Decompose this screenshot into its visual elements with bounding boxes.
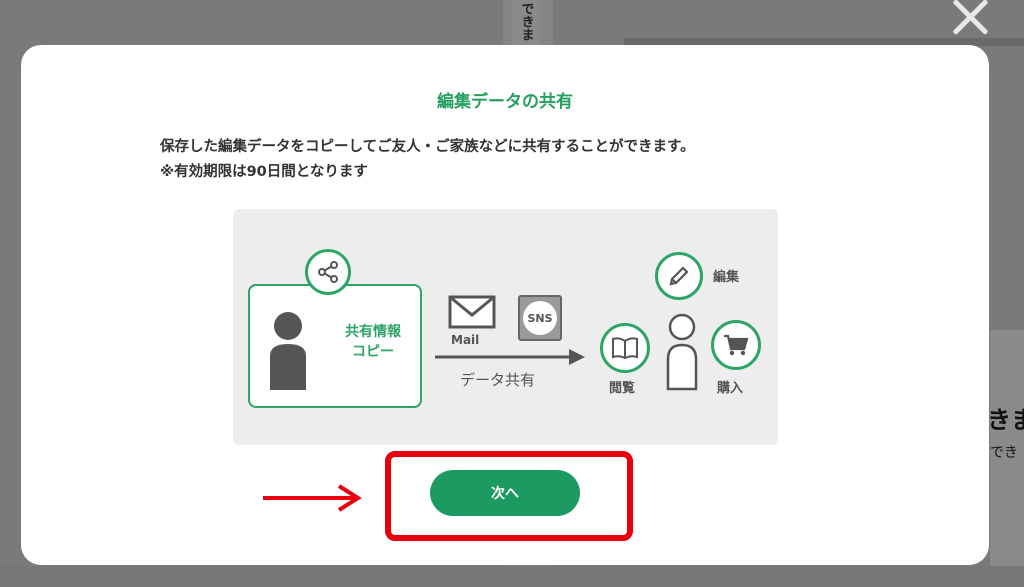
share-info-label-line-1: 共有情報 (345, 324, 401, 340)
red-arrow-icon (263, 484, 362, 512)
background-right-heading: きま (987, 406, 1024, 434)
share-icon (305, 249, 351, 295)
share-illustration: 共有情報 コピー Mail SNS データ共有 編集 閲覧 購入 (233, 209, 778, 445)
share-info-label: 共有情報 コピー (333, 322, 413, 362)
mail-label: Mail (451, 333, 480, 347)
edit-label: 編集 (713, 270, 740, 285)
highlight-box (385, 451, 633, 541)
share-info-box: 共有情報 コピー (248, 284, 422, 408)
description-line-2: ※有効期限は90日間となります (160, 164, 368, 180)
share-arrow-icon (435, 349, 585, 365)
background-right-text: でき (990, 445, 1018, 461)
sns-label: SNS (523, 301, 557, 335)
mail-icon (448, 295, 496, 329)
description-line-1: 保存した編集データをコピーしてご友人・ご家族などに共有することができます。 (160, 139, 695, 155)
background-bottom (0, 566, 1024, 587)
person-icon (270, 312, 306, 390)
share-info-label-line-2: コピー (352, 344, 394, 360)
background-strip-text: できま (512, 0, 540, 46)
modal-description: 保存した編集データをコピーしてご友人・ご家族などに共有することができます。 ※有… (160, 135, 695, 185)
close-icon[interactable] (948, 0, 992, 36)
edit-icon (655, 252, 703, 300)
view-label: 閲覧 (609, 381, 636, 396)
modal-title: 編集データの共有 (437, 92, 573, 112)
cart-icon (711, 320, 761, 370)
recipient-person-icon (666, 313, 698, 391)
share-label: データ共有 (460, 371, 536, 389)
book-icon (600, 323, 650, 373)
buy-label: 購入 (717, 381, 744, 396)
sns-icon: SNS (518, 295, 562, 341)
